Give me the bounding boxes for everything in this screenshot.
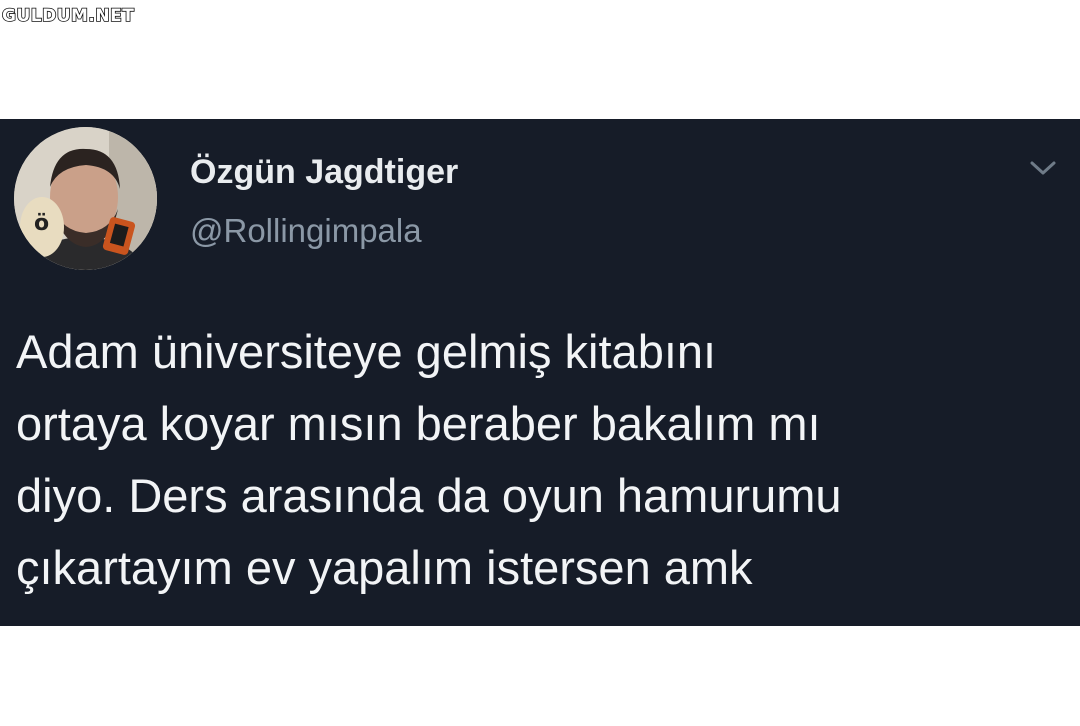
avatar[interactable]: ö xyxy=(14,127,157,270)
svg-text:ö: ö xyxy=(34,211,49,236)
author-handle[interactable]: @Rollingimpala xyxy=(190,211,422,251)
author-name[interactable]: Özgün Jagdtiger xyxy=(190,152,458,192)
tweet-text: Adam üniversiteye gelmiş kitabını ortaya… xyxy=(16,325,842,594)
chevron-down-icon[interactable] xyxy=(1028,158,1058,178)
profile-photo-icon: ö xyxy=(14,127,157,270)
watermark-logo: GULDUM.NET xyxy=(1,5,135,27)
